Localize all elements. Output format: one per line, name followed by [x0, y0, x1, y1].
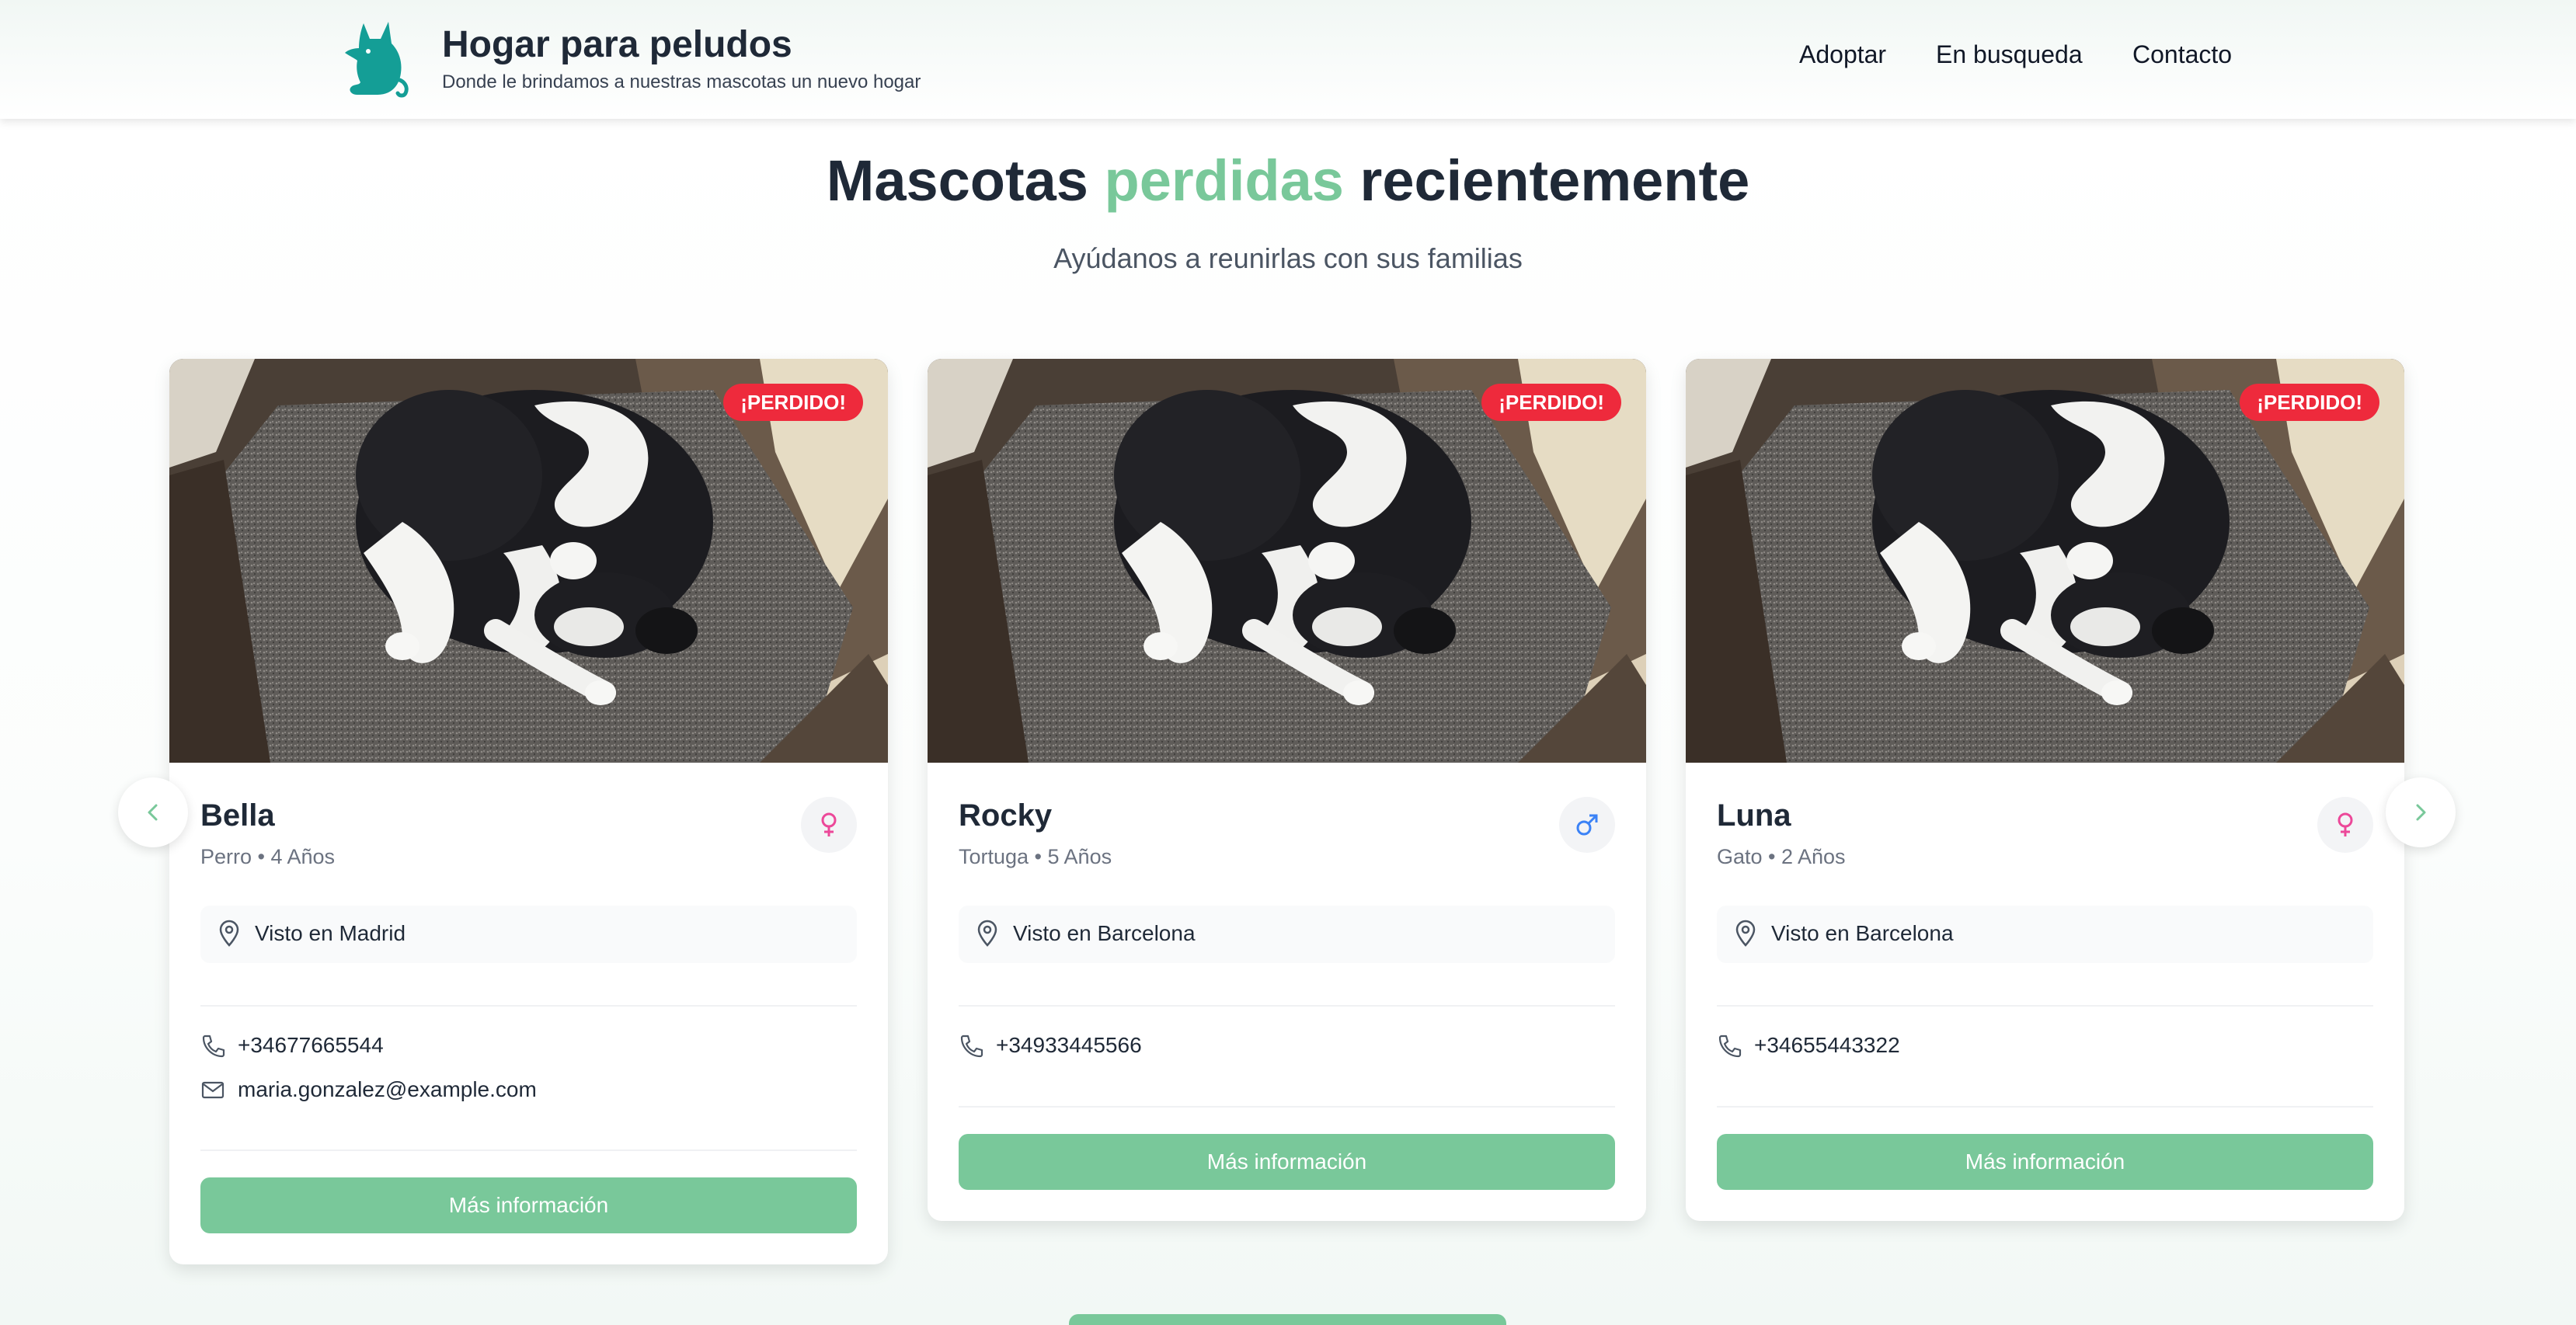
- pet-species-age: Perro • 4 Años: [200, 845, 336, 868]
- lost-badge: ¡PERDIDO!: [1481, 384, 1621, 421]
- location-box: Visto en Barcelona: [1717, 906, 2373, 963]
- mail-icon: [201, 1081, 225, 1099]
- nav-adoptar[interactable]: Adoptar: [1799, 40, 1886, 69]
- phone-row[interactable]: +34933445566: [959, 1030, 1425, 1061]
- location-box: Visto en Madrid: [200, 906, 857, 963]
- title-part-2: recientemente: [1359, 148, 1750, 213]
- more-info-button[interactable]: Más información: [1717, 1134, 2373, 1190]
- location-box: Visto en Barcelona: [959, 906, 1615, 963]
- phone-row[interactable]: +34655443322: [1717, 1030, 2183, 1061]
- pet-card: ¡PERDIDO! Bella Perro • 4 Años Visto en …: [169, 359, 888, 1264]
- phone-icon: [1718, 1035, 1742, 1058]
- phone-text[interactable]: +34933445566: [996, 1033, 1142, 1058]
- carousel-prev-button[interactable]: [118, 777, 188, 847]
- pet-species-age: Gato • 2 Años: [1717, 845, 1846, 868]
- chevron-right-icon: [2416, 804, 2426, 821]
- page-title: Mascotas perdidas recientemente: [0, 148, 2576, 214]
- chevron-left-icon: [148, 804, 158, 821]
- pet-species-age: Tortuga • 5 Años: [959, 845, 1112, 868]
- map-pin-icon: [977, 920, 997, 947]
- lost-badge: ¡PERDIDO!: [2240, 384, 2379, 421]
- nav-contacto[interactable]: Contacto: [2132, 40, 2232, 69]
- divider: [959, 1106, 1615, 1108]
- gender-badge: [801, 797, 857, 853]
- email-row[interactable]: maria.gonzalez@example.com: [200, 1074, 744, 1105]
- gender-badge: [1559, 797, 1615, 853]
- title-part-1: Mascotas: [826, 148, 1088, 213]
- nav-en-busqueda[interactable]: En busqueda: [1936, 40, 2083, 69]
- view-all-button[interactable]: [1069, 1314, 1506, 1325]
- location-text: Visto en Barcelona: [1013, 921, 1196, 945]
- gender-badge: [2317, 797, 2373, 853]
- title-accent: perdidas: [1104, 148, 1344, 213]
- phone-icon: [960, 1035, 983, 1058]
- cat-logo-icon[interactable]: [340, 17, 412, 98]
- site-header: Hogar para peludos Donde le brindamos a …: [0, 0, 2576, 119]
- divider: [200, 1149, 857, 1151]
- more-info-button[interactable]: Más información: [200, 1177, 857, 1233]
- phone-text[interactable]: +34655443322: [1754, 1033, 1900, 1058]
- location-text: Visto en Barcelona: [1771, 921, 1954, 945]
- page-subtitle: Ayúdanos a reunirlas con sus familias: [1053, 242, 1523, 274]
- pet-card: ¡PERDIDO! Rocky Tortuga • 5 Años Visto e…: [928, 359, 1646, 1221]
- phone-icon: [202, 1035, 225, 1058]
- pet-name: Luna: [1717, 798, 1791, 833]
- pet-name: Rocky: [959, 798, 1053, 833]
- map-pin-icon: [219, 920, 239, 947]
- male-icon: [1576, 814, 1598, 836]
- pet-card: ¡PERDIDO! Luna Gato • 2 Años Visto en Ba…: [1686, 359, 2404, 1221]
- female-icon: [821, 812, 837, 836]
- location-text: Visto en Madrid: [255, 921, 406, 945]
- divider: [959, 1005, 1615, 1007]
- female-icon: [2338, 812, 2353, 836]
- divider: [200, 1005, 857, 1007]
- brand-subtitle: Donde le brindamos a nuestras mascotas u…: [442, 71, 921, 92]
- lost-badge: ¡PERDIDO!: [723, 384, 863, 421]
- carousel-next-button[interactable]: [2386, 777, 2456, 847]
- map-pin-icon: [1735, 920, 1756, 947]
- brand-title[interactable]: Hogar para peludos: [442, 23, 792, 66]
- phone-row[interactable]: +34677665544: [200, 1030, 667, 1061]
- pet-name: Bella: [200, 798, 275, 833]
- more-info-button[interactable]: Más información: [959, 1134, 1615, 1190]
- divider: [1717, 1005, 2373, 1007]
- phone-text[interactable]: +34677665544: [238, 1033, 384, 1058]
- email-text[interactable]: maria.gonzalez@example.com: [238, 1077, 537, 1102]
- divider: [1717, 1106, 2373, 1108]
